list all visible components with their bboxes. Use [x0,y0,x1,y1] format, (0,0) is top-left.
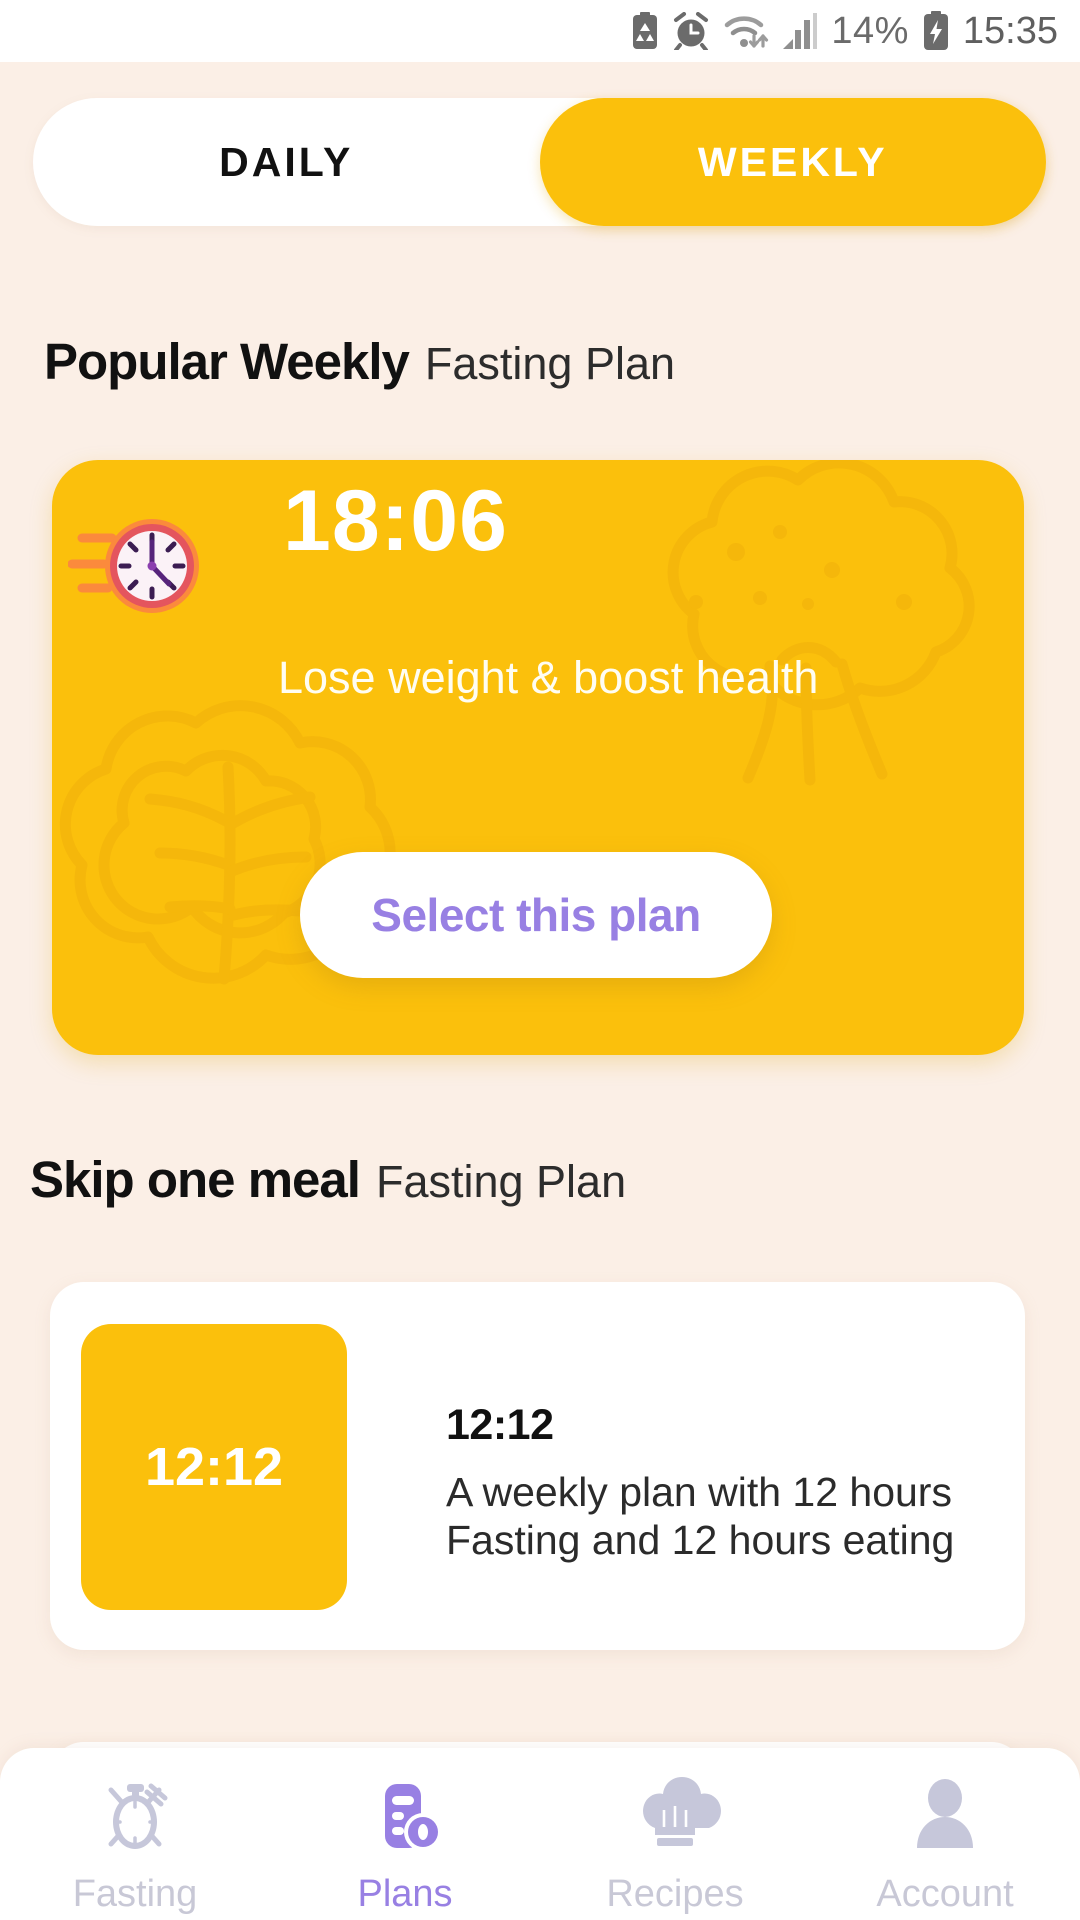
battery-saver-icon [631,12,659,50]
section-title-bold: Skip one meal [30,1151,361,1208]
tab-daily[interactable]: DAILY [33,98,540,226]
battery-charging-icon [922,11,950,51]
hero-plan-subtitle: Lose weight & boost health [278,652,819,703]
chef-hat-icon [629,1770,721,1867]
fast-clock-icon [67,512,208,627]
cellular-signal-icon [782,12,818,50]
plan-document-clock-icon [359,1770,451,1867]
wifi-icon [723,12,769,50]
battery-percent-label: 14% [831,10,909,52]
nav-item-fasting-label: Fasting [72,1873,198,1915]
nav-item-plans[interactable]: Plans [280,1770,530,1913]
select-this-plan-button[interactable]: Select this plan [300,852,772,978]
plan-badge: 12:12 [81,1324,347,1610]
status-bar: 14% 15:35 [0,0,1080,62]
plan-card-1212[interactable]: 12:12 12:12 A weekly plan with 12 hours … [50,1282,1025,1650]
timer-cutlery-icon [89,1770,181,1867]
tab-weekly-label: WEEKLY [697,138,888,185]
section-heading-skip-one-meal: Skip one meal Fasting Plan [30,1150,626,1209]
nav-item-recipes-label: Recipes [606,1873,744,1915]
section-title-light: Fasting Plan [375,1156,627,1207]
section-title-light: Fasting Plan [424,338,676,389]
app-screen: 14% 15:35 DAILY WEEKLY Popular Weekly Fa… [0,0,1080,1920]
plan-badge-label: 12:12 [144,1437,284,1497]
nav-item-account[interactable]: Account [820,1770,1070,1913]
plan-description: A weekly plan with 12 hours Fasting and … [446,1469,955,1564]
tab-weekly[interactable]: WEEKLY [539,98,1046,226]
hero-plan-time: 18:06 [283,473,508,569]
bottom-navigation: Fasting Plans Recipes Account [0,1748,1080,1920]
nav-item-account-label: Account [876,1873,1014,1915]
alarm-clock-icon [672,12,710,50]
person-icon [899,1770,991,1867]
nav-item-recipes[interactable]: Recipes [550,1770,800,1913]
nav-item-plans-label: Plans [357,1873,453,1915]
section-heading-popular-weekly: Popular Weekly Fasting Plan [44,332,675,391]
nav-item-fasting[interactable]: Fasting [10,1770,260,1913]
section-title-bold: Popular Weekly [44,333,410,390]
clock-label: 15:35 [962,10,1058,52]
period-toggle[interactable]: DAILY WEEKLY [33,98,1046,226]
select-this-plan-label: Select this plan [371,889,701,941]
plan-title: 12:12 [446,1401,554,1449]
tab-daily-label: DAILY [219,138,354,185]
